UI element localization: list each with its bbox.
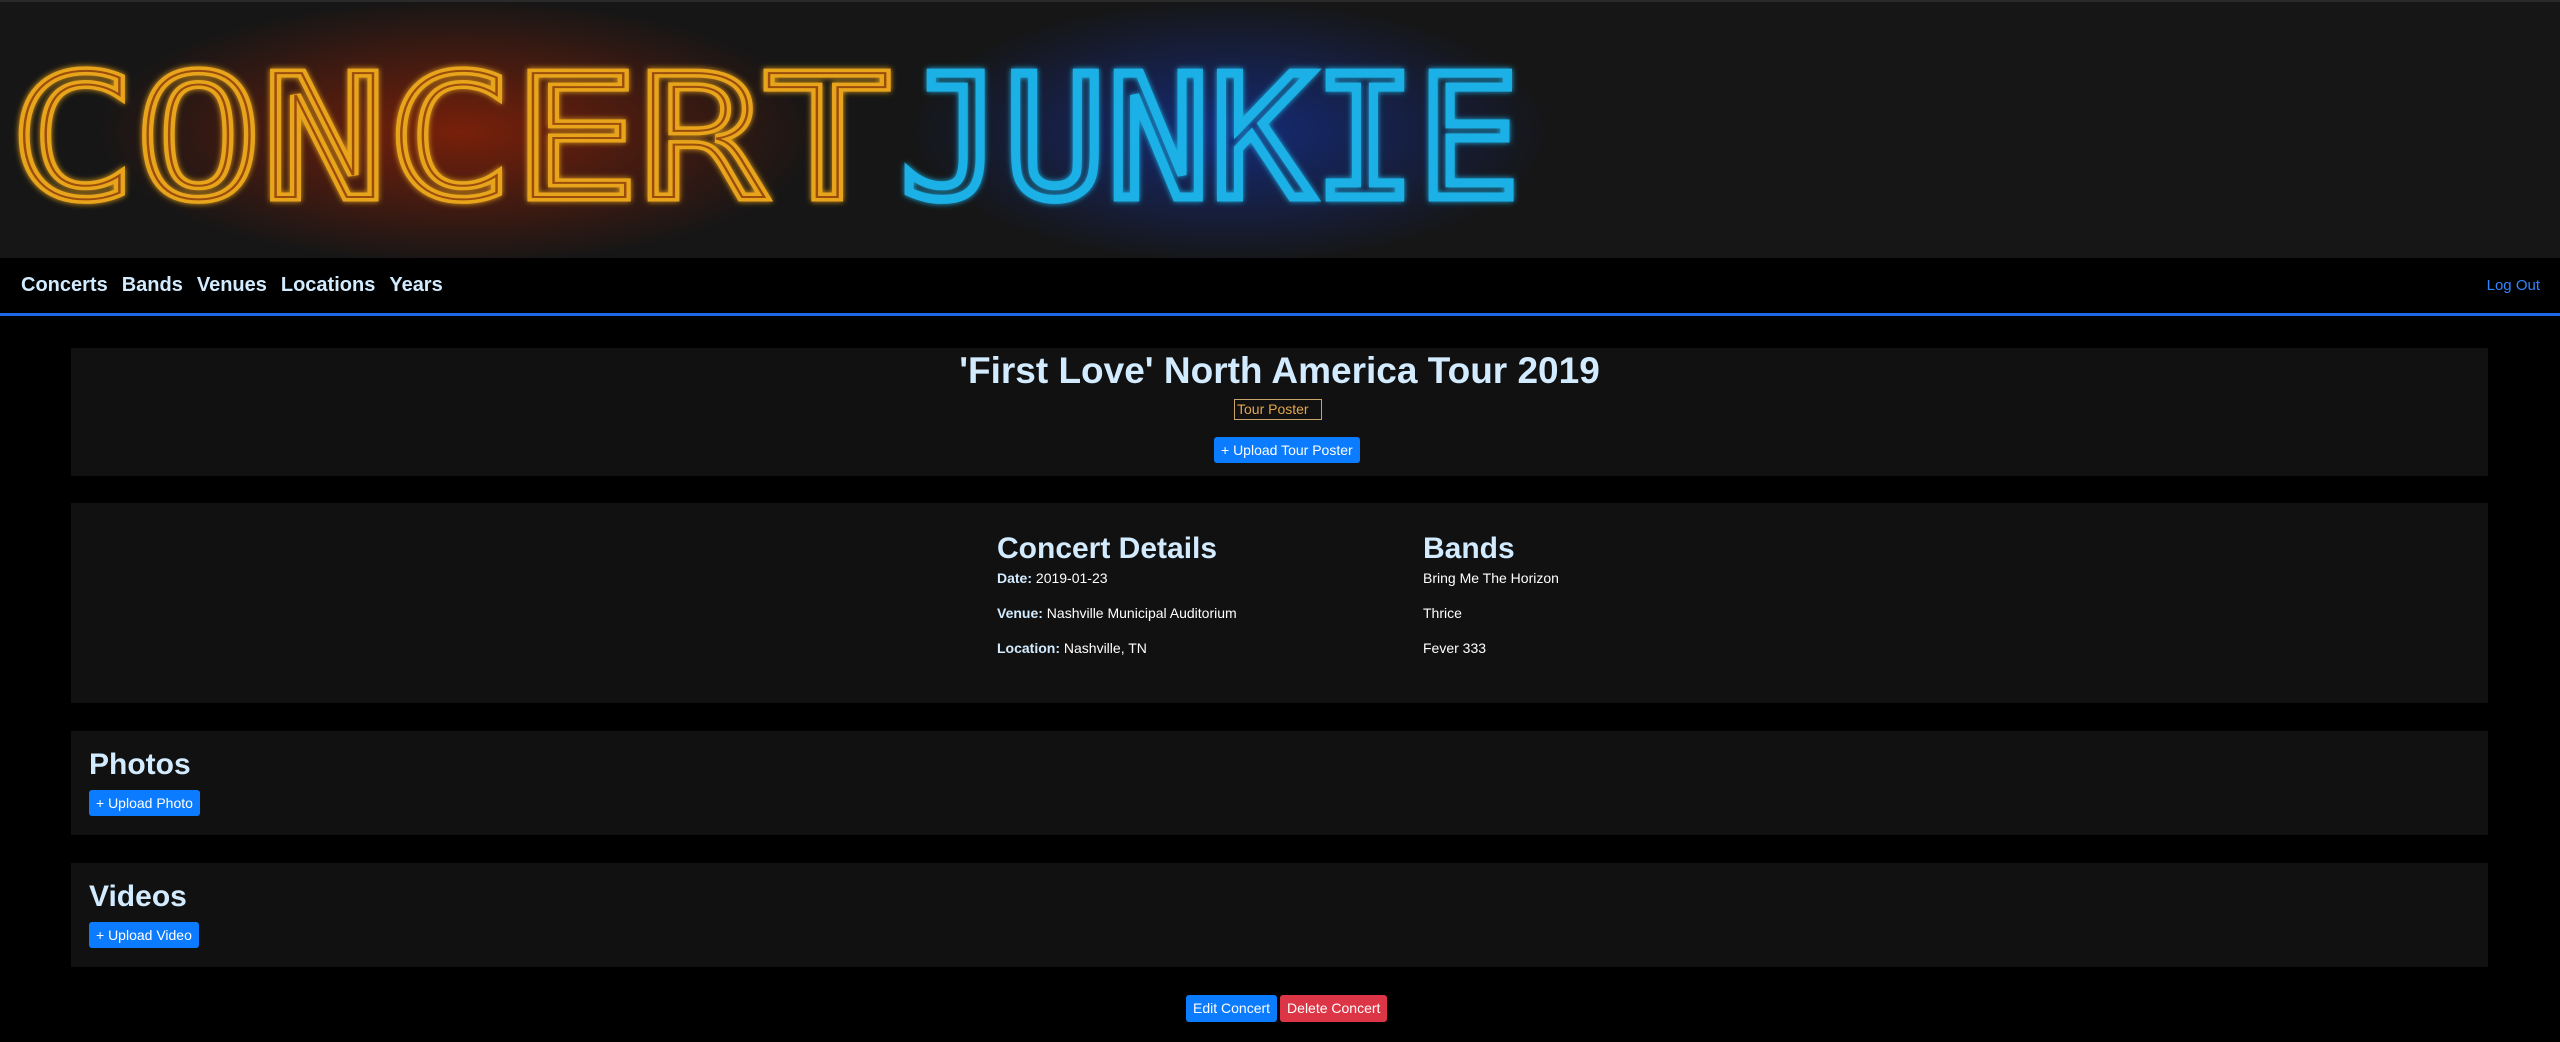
- nav-locations[interactable]: Locations: [281, 274, 375, 297]
- details-column: Concert Details Date: 2019-01-23 Venue: …: [997, 529, 1237, 674]
- venue-value: Nashville Municipal Auditorium: [1046, 605, 1237, 621]
- site-logo: CONCERT CONCERT JUNKIE: [6, 36, 1525, 243]
- main-navbar: Concerts Bands Venues Locations Years Lo…: [0, 258, 2560, 316]
- logo-word-junkie: JUNKIE: [900, 40, 1520, 238]
- concert-actions: Edit Concert Delete Concert: [1186, 995, 1388, 1022]
- date-label: Date:: [997, 570, 1033, 586]
- date-row: Date: 2019-01-23: [997, 569, 1237, 604]
- band-item: Bring Me The Horizon: [1423, 570, 1559, 586]
- upload-video-button[interactable]: + Upload Video: [89, 922, 199, 948]
- videos-heading: Videos: [89, 880, 187, 913]
- date-value: 2019-01-23: [1035, 570, 1108, 586]
- site-banner: CONCERT CONCERT JUNKIE: [0, 0, 2560, 260]
- edit-concert-button[interactable]: Edit Concert: [1186, 995, 1278, 1022]
- location-label: Location:: [997, 640, 1060, 656]
- nav-venues[interactable]: Venues: [197, 274, 267, 297]
- location-row: Location: Nashville, TN: [997, 639, 1237, 674]
- tour-header-section: 'First Love' North America Tour 2019 Tou…: [71, 348, 2488, 476]
- photos-heading: Photos: [89, 748, 191, 781]
- logo-word-concert-inner: CONCERT: [10, 40, 890, 238]
- nav-concerts[interactable]: Concerts: [21, 274, 108, 297]
- logout-link[interactable]: Log Out: [2487, 277, 2540, 294]
- upload-photo-button[interactable]: + Upload Photo: [89, 790, 200, 816]
- details-heading: Concert Details: [997, 532, 1218, 565]
- nav-bands[interactable]: Bands: [122, 274, 183, 297]
- tour-title: 'First Love' North America Tour 2019: [959, 350, 1600, 391]
- band-item: Thrice: [1423, 605, 1462, 621]
- tour-poster-image: Tour Poster: [1234, 399, 1322, 420]
- bands-heading: Bands: [1423, 532, 1515, 565]
- location-value: Nashville, TN: [1063, 640, 1147, 656]
- upload-tour-poster-button[interactable]: + Upload Tour Poster: [1214, 437, 1360, 463]
- band-item: Fever 333: [1423, 640, 1487, 656]
- nav-links: Concerts Bands Venues Locations Years: [0, 274, 443, 297]
- venue-row: Venue: Nashville Municipal Auditorium: [997, 604, 1237, 639]
- bands-column: Bands Bring Me The Horizon Thrice Fever …: [1423, 529, 1559, 674]
- venue-label: Venue:: [997, 605, 1043, 621]
- photos-section: Photos + Upload Photo: [71, 731, 2488, 835]
- delete-concert-button[interactable]: Delete Concert: [1280, 995, 1388, 1022]
- nav-years[interactable]: Years: [389, 274, 442, 297]
- concert-details-section: Concert Details Date: 2019-01-23 Venue: …: [71, 503, 2488, 703]
- videos-section: Videos + Upload Video: [71, 863, 2488, 967]
